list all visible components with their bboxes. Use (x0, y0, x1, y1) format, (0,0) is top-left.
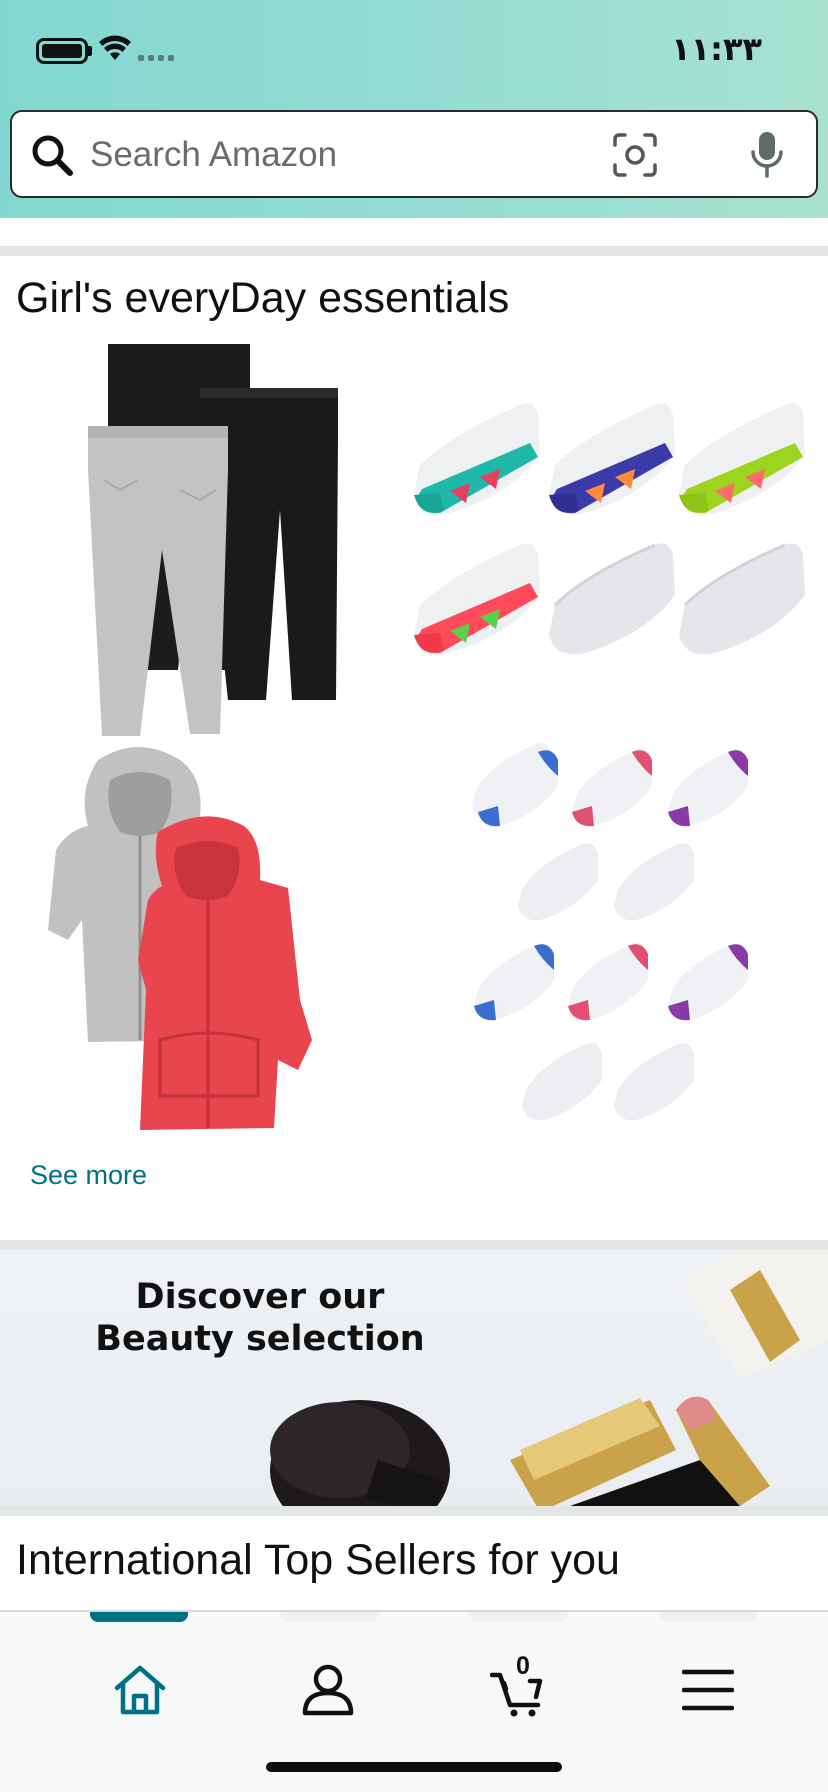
search-bar[interactable] (10, 110, 818, 198)
search-input[interactable] (90, 130, 590, 180)
status-time: ١١:٣٣ (671, 30, 762, 68)
beauty-banner[interactable]: Discover our Beauty selection (0, 1250, 828, 1506)
user-icon (302, 1664, 354, 1716)
spacer (0, 218, 828, 246)
microphone-icon[interactable] (750, 130, 784, 180)
menu-icon (682, 1669, 734, 1711)
card-title: Girl's everyDay essentials (16, 274, 510, 322)
socks-product-image[interactable] (410, 395, 820, 685)
cellular-signal-icon (138, 55, 174, 61)
wifi-icon (99, 35, 131, 60)
see-more-link[interactable]: See more (30, 1160, 147, 1191)
leggings-product-image[interactable] (80, 340, 350, 740)
battery-icon (36, 38, 88, 64)
nav-account[interactable] (288, 1650, 368, 1730)
section-divider (0, 1506, 828, 1516)
camera-search-icon[interactable] (612, 132, 658, 178)
section-divider (0, 1240, 828, 1250)
status-bar: ١١:٣٣ (0, 0, 828, 100)
home-icon (114, 1665, 166, 1715)
hoodies-product-image[interactable] (48, 740, 378, 1130)
nav-menu[interactable] (668, 1650, 748, 1730)
tab-indicator (470, 1612, 568, 1622)
card-title: International Top Sellers for you (16, 1536, 620, 1584)
ankle-socks-product-image[interactable] (470, 740, 760, 1132)
active-tab-indicator (90, 1612, 188, 1622)
beauty-products-image (270, 1250, 828, 1506)
section-divider (0, 246, 828, 256)
tab-indicator (660, 1612, 758, 1622)
cart-count-badge: 0 (516, 1652, 530, 1680)
tab-indicator (280, 1612, 378, 1622)
home-indicator-bar[interactable] (266, 1762, 562, 1772)
nav-cart[interactable]: 0 (478, 1650, 558, 1730)
app-header: ١١:٣٣ (0, 0, 828, 218)
battery-cap (88, 46, 92, 56)
search-icon[interactable] (30, 133, 74, 177)
nav-home[interactable] (100, 1650, 180, 1730)
